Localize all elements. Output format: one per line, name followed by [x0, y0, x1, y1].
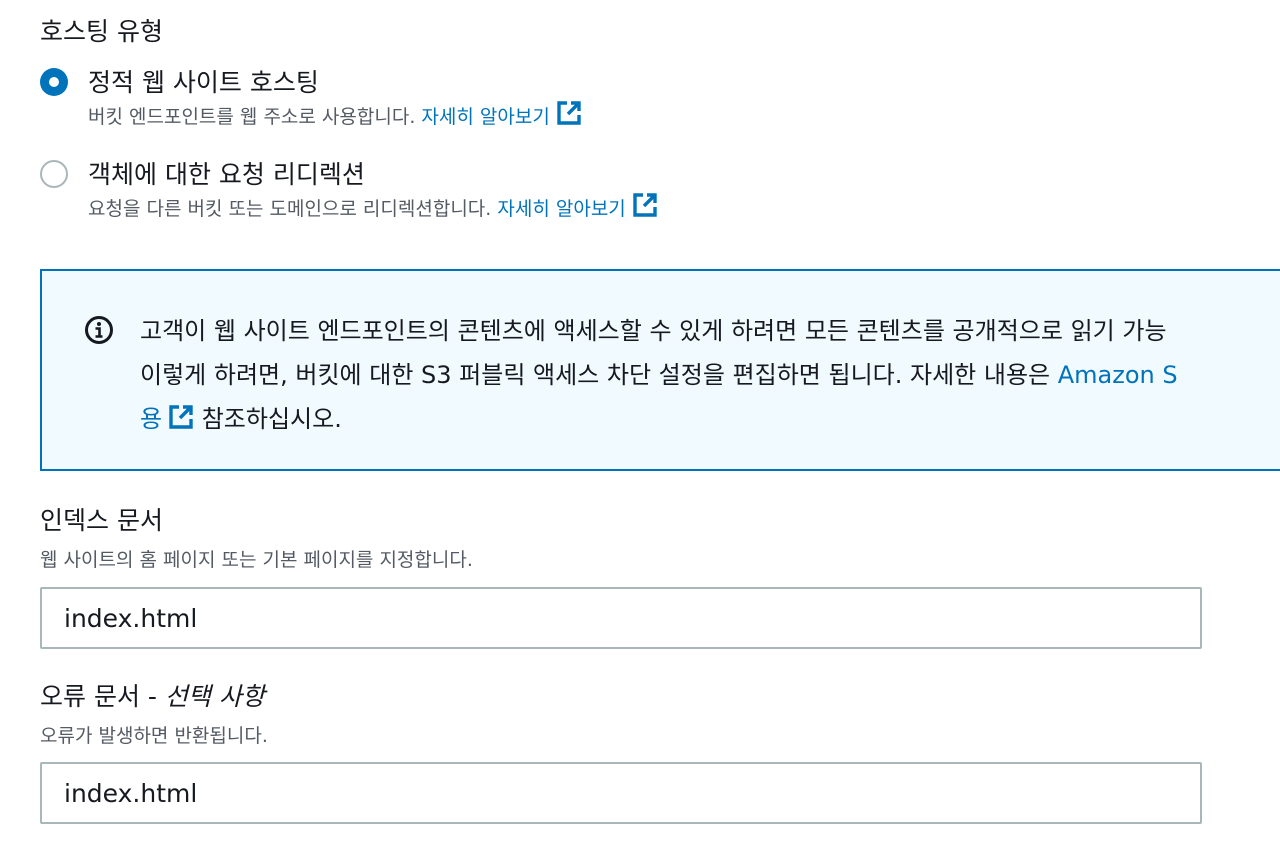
- info-line-2-text: 이렇게 하려면, 버킷에 대한 S3 퍼블릭 액세스 차단 설정을 편집하면 됩…: [140, 361, 1058, 389]
- radio-text: 객체에 대한 요청 리디렉션 요청을 다른 버킷 또는 도메인으로 리디렉션합니…: [88, 158, 658, 223]
- info-line-1: 고객이 웹 사이트 엔드포인트의 콘텐츠에 액세스할 수 있게 하려면 모든 콘…: [140, 317, 1167, 345]
- docs-link-label: 용: [140, 405, 163, 433]
- amazon-s3-docs-link[interactable]: Amazon S: [1058, 361, 1178, 389]
- optional-tag: 선택 사항: [164, 682, 265, 711]
- index-document-label: 인덱스 문서: [40, 506, 163, 535]
- info-line-3: 용 참조하십시오.: [140, 397, 1280, 441]
- info-alert-message: 고객이 웹 사이트 엔드포인트의 콘텐츠에 액세스할 수 있게 하려면 모든 콘…: [140, 309, 1280, 441]
- error-document-input[interactable]: [40, 762, 1202, 824]
- error-document-label-text: 오류 문서 -: [40, 682, 165, 711]
- info-icon: [85, 316, 113, 344]
- info-line-2: 이렇게 하려면, 버킷에 대한 S3 퍼블릭 액세스 차단 설정을 편집하면 됩…: [140, 353, 1280, 397]
- radio-button-selected[interactable]: [40, 68, 68, 96]
- description-text: 버킷 엔드포인트를 웹 주소로 사용합니다.: [88, 106, 416, 128]
- radio-description: 버킷 엔드포인트를 웹 주소로 사용합니다. 자세히 알아보기: [88, 100, 582, 131]
- error-document-label: 오류 문서 - 선택 사항: [40, 680, 265, 714]
- radio-text: 정적 웹 사이트 호스팅 버킷 엔드포인트를 웹 주소로 사용합니다. 자세히 …: [88, 66, 582, 131]
- radio-button-unselected[interactable]: [40, 160, 68, 188]
- radio-description: 요청을 다른 버킷 또는 도메인으로 리디렉션합니다. 자세히 알아보기: [88, 192, 658, 223]
- learn-more-link[interactable]: 자세히 알아보기: [497, 193, 657, 220]
- radio-static-website-hosting[interactable]: 정적 웹 사이트 호스팅 버킷 엔드포인트를 웹 주소로 사용합니다. 자세히 …: [40, 66, 582, 131]
- info-line-3-text: 참조하십시오.: [194, 405, 342, 433]
- radio-label-redirect: 객체에 대한 요청 리디렉션: [88, 160, 365, 189]
- static-website-hosting-form: 호스팅 유형 정적 웹 사이트 호스팅 버킷 엔드포인트를 웹 주소로 사용합니…: [0, 0, 1280, 841]
- external-link-icon: [633, 193, 657, 217]
- description-text: 요청을 다른 버킷 또는 도메인으로 리디렉션합니다.: [88, 198, 492, 220]
- info-alert: 고객이 웹 사이트 엔드포인트의 콘텐츠에 액세스할 수 있게 하려면 모든 콘…: [40, 269, 1280, 471]
- amazon-s3-docs-link-continued[interactable]: 용: [140, 405, 194, 433]
- learn-more-label: 자세히 알아보기: [497, 198, 626, 220]
- radio-label-static-hosting: 정적 웹 사이트 호스팅: [88, 68, 319, 97]
- error-document-description: 오류가 발생하면 반환됩니다.: [40, 725, 268, 747]
- index-document-input[interactable]: [40, 587, 1202, 649]
- external-link-icon: [557, 101, 581, 125]
- learn-more-link[interactable]: 자세히 알아보기: [421, 101, 581, 128]
- index-document-description: 웹 사이트의 홈 페이지 또는 기본 페이지를 지정합니다.: [40, 549, 473, 571]
- external-link-icon: [169, 405, 193, 429]
- radio-redirect-requests[interactable]: 객체에 대한 요청 리디렉션 요청을 다른 버킷 또는 도메인으로 리디렉션합니…: [40, 158, 658, 223]
- learn-more-label: 자세히 알아보기: [421, 106, 550, 128]
- hosting-type-title: 호스팅 유형: [40, 17, 163, 46]
